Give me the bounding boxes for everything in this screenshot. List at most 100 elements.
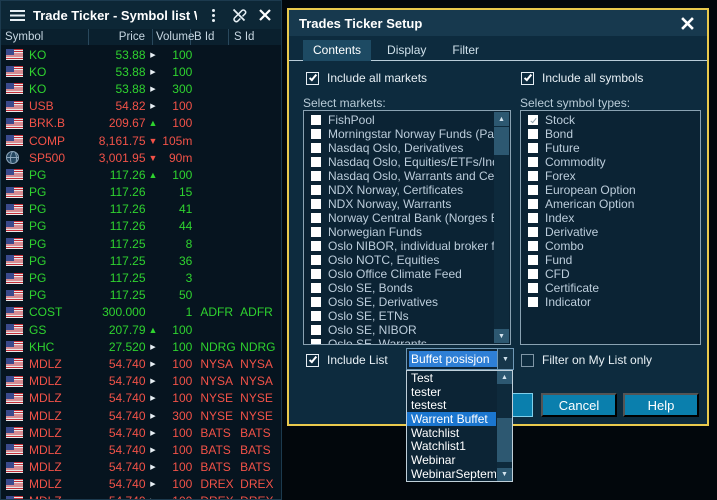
checkbox-icon[interactable] xyxy=(311,115,321,125)
table-row[interactable]: MDLZ54.740▶300NYSENYSE xyxy=(2,407,280,424)
list-item[interactable]: Nasdaq Oslo, Warrants and Certif xyxy=(304,169,494,183)
list-item[interactable]: Oslo Office Climate Feed xyxy=(304,267,494,281)
list-item[interactable]: Norway Central Bank (Norges Bar xyxy=(304,211,494,225)
list-item[interactable]: Combo xyxy=(521,239,698,253)
checkbox-icon[interactable] xyxy=(306,354,319,367)
checkbox-icon[interactable] xyxy=(528,213,538,223)
list-item[interactable]: Oslo SE, Derivatives xyxy=(304,295,494,309)
column-header-bid[interactable]: B Id xyxy=(191,29,229,45)
table-row[interactable]: USB54.82▶100 xyxy=(2,98,280,115)
checkbox-icon[interactable] xyxy=(528,129,538,139)
dropdown-item[interactable]: tester xyxy=(407,385,496,399)
checkbox-icon[interactable] xyxy=(311,325,321,335)
checkbox-icon[interactable] xyxy=(311,129,321,139)
checkbox-icon[interactable] xyxy=(311,143,321,153)
table-row[interactable]: BRK.B209.67▲100 xyxy=(2,115,280,132)
filter-on-my-list-checkbox[interactable]: Filter on My List only xyxy=(521,353,652,367)
list-item[interactable]: Nasdaq Oslo, Equities/ETFs/Indice xyxy=(304,155,494,169)
table-row[interactable]: PG117.253 xyxy=(2,269,280,286)
checkbox-icon[interactable] xyxy=(521,354,534,367)
tab-display[interactable]: Display xyxy=(377,40,436,61)
scroll-down-icon[interactable]: ▼ xyxy=(497,468,512,481)
close-icon[interactable] xyxy=(255,5,275,25)
checkbox-icon[interactable] xyxy=(528,171,538,181)
dropdown-item[interactable]: Watchlist1 xyxy=(407,439,496,453)
table-row[interactable]: PG117.2550 xyxy=(2,287,280,304)
column-header-sid[interactable]: S Id xyxy=(229,29,273,45)
dropdown-item[interactable]: Warrent Buffet xyxy=(407,412,496,426)
list-item[interactable]: Oslo SE, Warrants xyxy=(304,337,494,344)
scrollbar-thumb[interactable] xyxy=(494,127,509,155)
unlink-icon[interactable] xyxy=(229,5,249,25)
list-item[interactable]: Derivative xyxy=(521,225,698,239)
checkbox-icon[interactable] xyxy=(311,157,321,167)
dropdown-item[interactable]: WebinarSeptember xyxy=(407,467,496,481)
column-header-volume[interactable]: Volume xyxy=(153,29,191,45)
scroll-up-icon[interactable]: ▲ xyxy=(497,371,512,384)
table-row[interactable]: PG117.2536 xyxy=(2,252,280,269)
list-item[interactable]: Nasdaq Oslo, Derivatives xyxy=(304,141,494,155)
checkbox-icon[interactable] xyxy=(521,72,534,85)
checkbox-icon[interactable] xyxy=(311,255,321,265)
checkbox-icon[interactable] xyxy=(311,297,321,307)
ticker-titlebar[interactable]: Trade Ticker - Symbol list War... xyxy=(1,1,281,29)
table-row[interactable]: MDLZ54.740▶100DREXDREX xyxy=(2,493,280,499)
checkbox-icon[interactable] xyxy=(311,269,321,279)
table-row[interactable]: MDLZ54.740▶100BATSBATS xyxy=(2,441,280,458)
include-all-markets-checkbox[interactable]: Include all markets xyxy=(306,71,427,85)
list-item[interactable]: CFD xyxy=(521,267,698,281)
checkbox-icon[interactable] xyxy=(528,297,538,307)
checkbox-icon[interactable] xyxy=(528,269,538,279)
table-row[interactable]: PG117.2615 xyxy=(2,184,280,201)
checkbox-icon[interactable] xyxy=(528,283,538,293)
list-item[interactable]: Index xyxy=(521,211,698,225)
dialog-close-icon[interactable] xyxy=(677,13,697,33)
dropdown-item[interactable]: testest xyxy=(407,398,496,412)
list-item[interactable]: Fund xyxy=(521,253,698,267)
column-header-symbol[interactable]: Symbol xyxy=(1,29,89,45)
table-row[interactable]: PG117.2641 xyxy=(2,201,280,218)
dropdown-item[interactable]: Webinar xyxy=(407,453,496,467)
table-row[interactable]: MDLZ54.740▶100DREXDREX xyxy=(2,476,280,493)
table-row[interactable]: PG117.26▲100 xyxy=(2,166,280,183)
checkbox-icon[interactable] xyxy=(311,241,321,251)
checkbox-icon[interactable] xyxy=(528,143,538,153)
list-item[interactable]: NDX Norway, Warrants xyxy=(304,197,494,211)
table-row[interactable]: KO53.88▶300 xyxy=(2,80,280,97)
checkbox-icon[interactable] xyxy=(311,311,321,321)
checkbox-icon[interactable] xyxy=(311,227,321,237)
list-item[interactable]: Future xyxy=(521,141,698,155)
checkbox-icon[interactable] xyxy=(311,199,321,209)
list-item[interactable]: Oslo SE, NIBOR xyxy=(304,323,494,337)
table-row[interactable]: PG117.2644 xyxy=(2,218,280,235)
checkbox-icon[interactable] xyxy=(528,255,538,265)
table-row[interactable]: PG117.258 xyxy=(2,235,280,252)
tab-contents[interactable]: Contents xyxy=(303,40,371,61)
scrollbar-thumb[interactable] xyxy=(497,418,512,462)
list-item[interactable]: Oslo NIBOR, individual broker feed xyxy=(304,239,494,253)
help-button[interactable]: Help xyxy=(623,393,699,417)
table-row[interactable]: MDLZ54.740▶100NYSENYSE xyxy=(2,390,280,407)
list-item[interactable]: NDX Norway, Certificates xyxy=(304,183,494,197)
checkbox-icon[interactable] xyxy=(311,185,321,195)
dialog-titlebar[interactable]: Trades Ticker Setup xyxy=(289,10,707,36)
include-all-symbols-checkbox[interactable]: Include all symbols xyxy=(521,71,643,85)
list-item[interactable]: European Option xyxy=(521,183,698,197)
list-item[interactable]: Norwegian Funds xyxy=(304,225,494,239)
checkbox-icon[interactable] xyxy=(528,241,538,251)
table-row[interactable]: GS207.79▲100 xyxy=(2,321,280,338)
checkbox-icon[interactable] xyxy=(311,171,321,181)
checkbox-icon[interactable] xyxy=(528,185,538,195)
list-item[interactable]: Commodity xyxy=(521,155,698,169)
table-row[interactable]: KO53.88▶100 xyxy=(2,63,280,80)
list-item[interactable]: Morningstar Norway Funds (Paret xyxy=(304,127,494,141)
dropdown-scrollbar[interactable]: ▲ ▼ xyxy=(497,371,512,481)
checkbox-icon[interactable] xyxy=(528,157,538,167)
list-item[interactable]: Indicator xyxy=(521,295,698,309)
tab-filter[interactable]: Filter xyxy=(442,40,489,61)
list-item[interactable]: American Option xyxy=(521,197,698,211)
combobox-dropdown-icon[interactable]: ▼ xyxy=(497,349,513,369)
table-row[interactable]: MDLZ54.740▶100BATSBATS xyxy=(2,424,280,441)
table-row[interactable]: COMP8,161.75▼105m xyxy=(2,132,280,149)
table-row[interactable]: MDLZ54.740▶100BATSBATS xyxy=(2,459,280,476)
